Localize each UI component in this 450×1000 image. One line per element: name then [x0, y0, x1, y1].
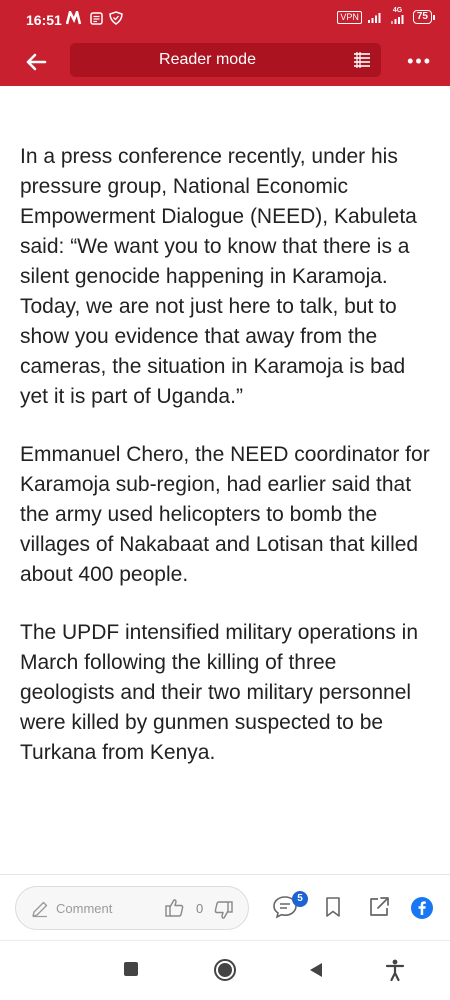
- more-dots-icon[interactable]: •••: [407, 52, 432, 70]
- bookmark-icon[interactable]: [322, 896, 344, 918]
- comments-count-badge: 5: [292, 891, 308, 907]
- arrow-left-icon[interactable]: [20, 46, 52, 78]
- battery-indicator: 75: [412, 10, 436, 24]
- divider: [0, 874, 450, 875]
- top-bar: Reader mode •••: [0, 38, 450, 86]
- reader-list-icon[interactable]: [351, 49, 373, 71]
- signal-icon: [367, 13, 381, 23]
- message-icon: [90, 11, 103, 25]
- shield-icon: [109, 11, 123, 25]
- share-icon[interactable]: [367, 895, 391, 919]
- facebook-icon[interactable]: [410, 896, 434, 920]
- comment-input[interactable]: Comment 0: [15, 886, 249, 930]
- thumbs-down-icon[interactable]: [212, 899, 234, 921]
- pencil-icon: [32, 901, 48, 918]
- like-count: 0: [196, 901, 204, 916]
- signal-4g-icon: [390, 15, 404, 24]
- system-icons: VPN 4G 75: [337, 7, 436, 24]
- home-icon[interactable]: [213, 958, 237, 982]
- nav-back-icon[interactable]: [306, 960, 326, 980]
- reader-mode-title: Reader mode: [159, 51, 256, 68]
- reader-mode-bar[interactable]: Reader mode: [70, 43, 381, 77]
- thumbs-up-icon[interactable]: [164, 897, 186, 919]
- status-time: 16:51: [26, 12, 62, 28]
- comment-placeholder: Comment: [56, 901, 113, 916]
- network-type-label: 4G: [392, 7, 403, 14]
- vpn-badge: VPN: [337, 10, 362, 24]
- status-bar: 16:51 VPN 4G 75: [0, 0, 450, 38]
- news-app-icon: [66, 11, 82, 25]
- article-paragraph: Emmanuel Chero, the NEED coordinator for…: [20, 443, 430, 586]
- notification-icons: [66, 11, 123, 25]
- recents-icon[interactable]: [124, 962, 138, 976]
- accessibility-icon[interactable]: [384, 958, 406, 982]
- article-paragraph: The UPDF intensified military operations…: [20, 621, 418, 764]
- system-nav-bar: [0, 941, 450, 1000]
- article-paragraph: In a press conference recently, under hi…: [20, 145, 417, 408]
- article-body: In a press conference recently, under hi…: [20, 142, 435, 796]
